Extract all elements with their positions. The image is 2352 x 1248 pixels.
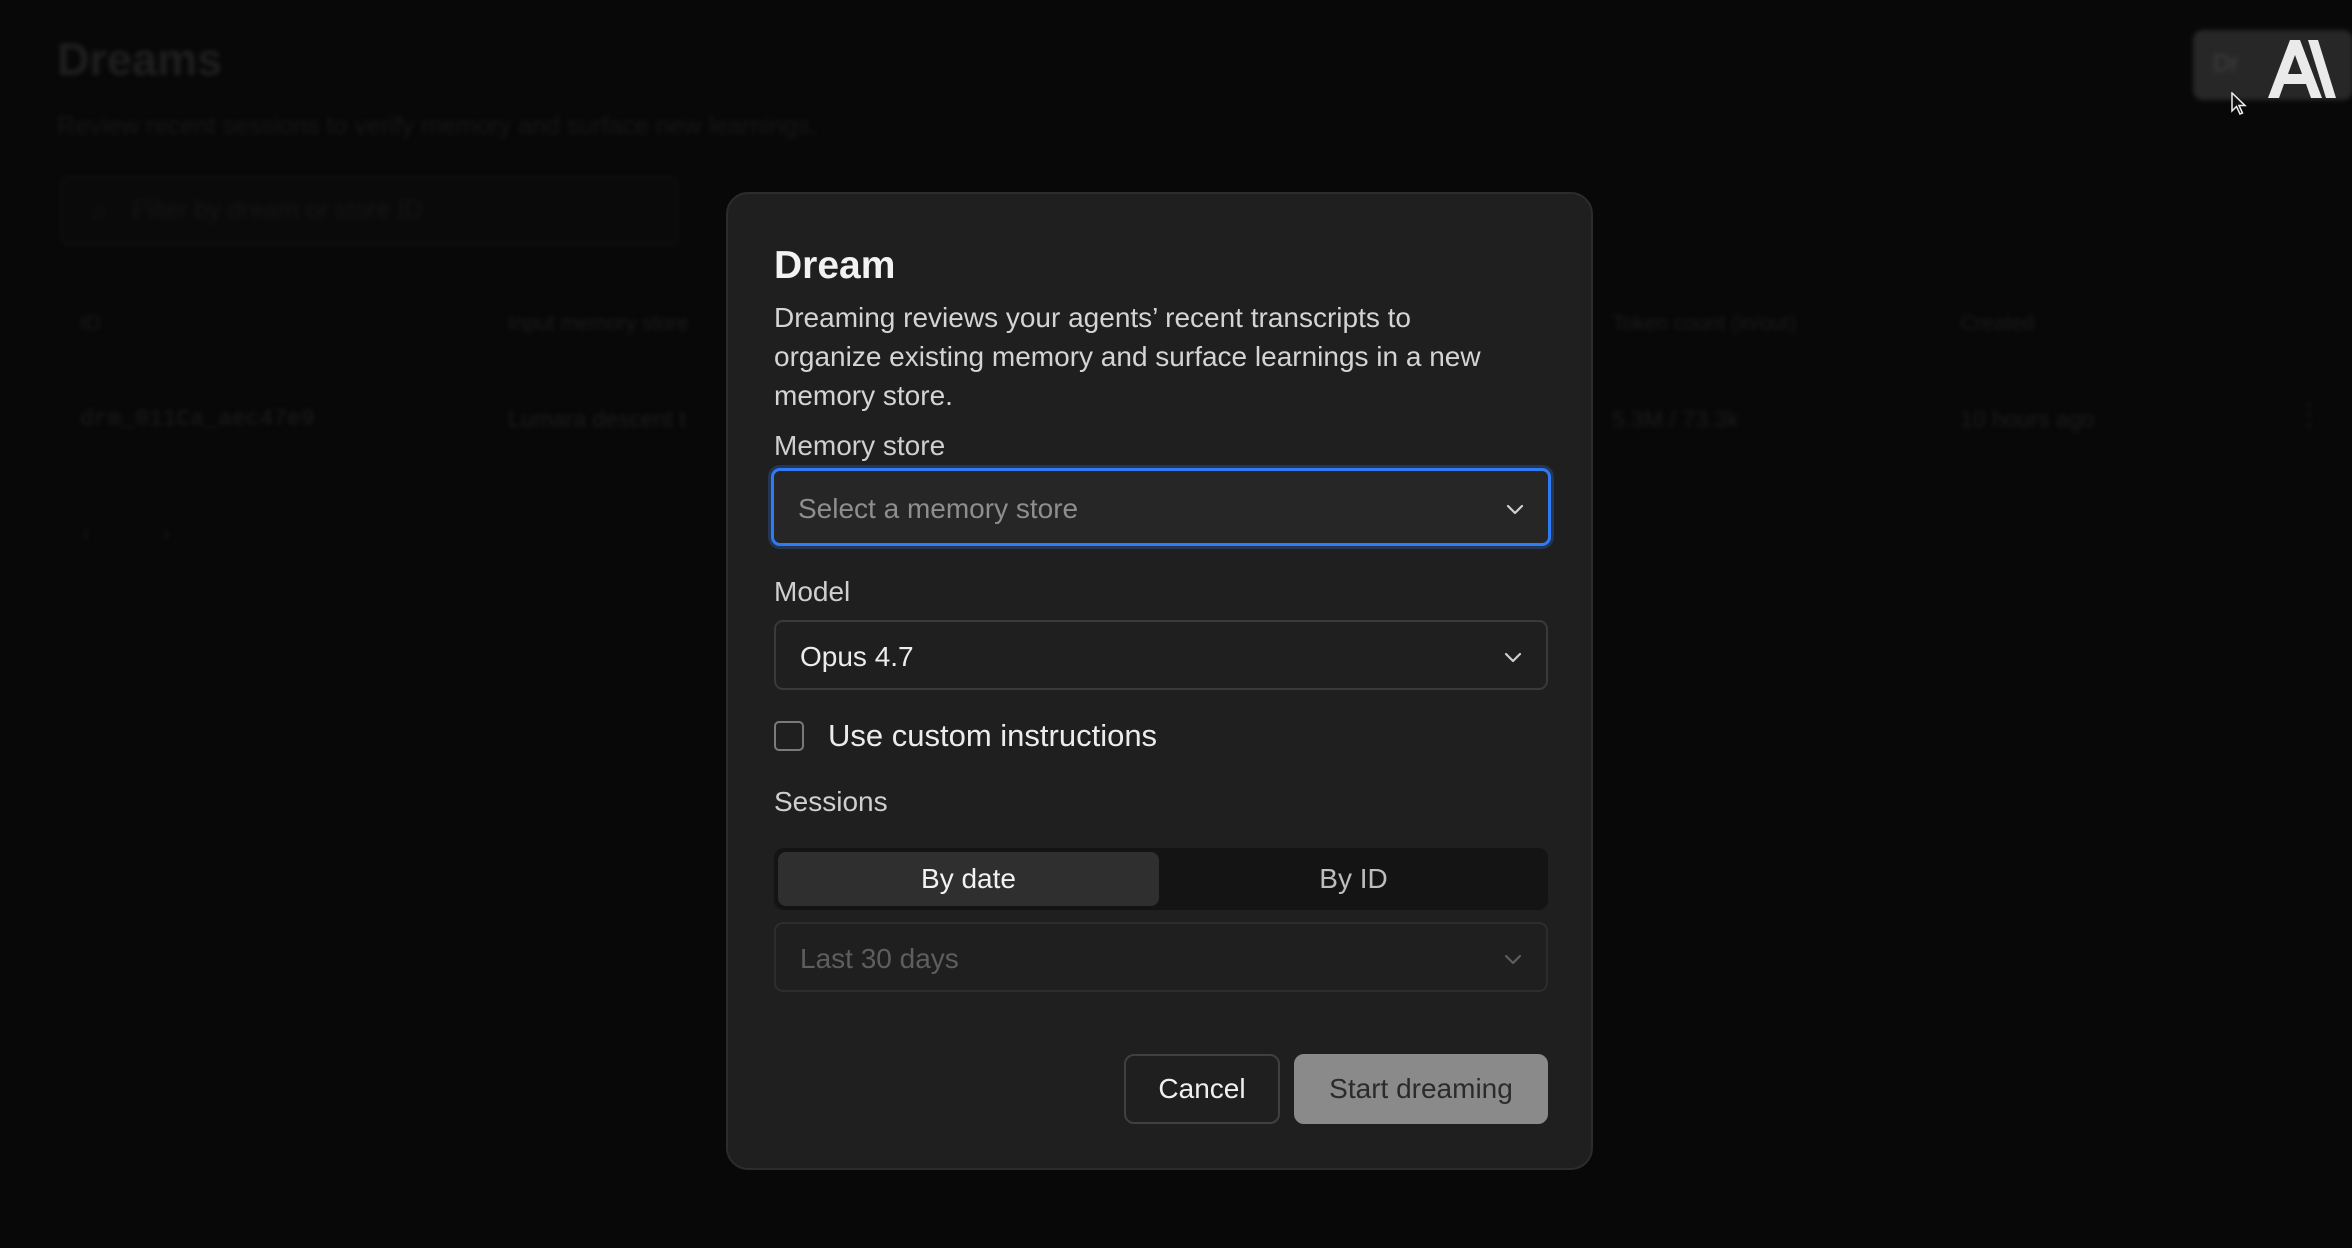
anthropic-logo-icon xyxy=(2268,40,2336,98)
model-label: Model xyxy=(774,576,851,607)
tab-by-date[interactable]: By date xyxy=(778,852,1159,906)
session-range-value: Last 30 days xyxy=(800,943,959,974)
model-value: Opus 4.7 xyxy=(800,641,914,672)
memory-store-placeholder: Select a memory store xyxy=(798,493,1079,524)
memory-store-select[interactable]: Select a memory store xyxy=(771,468,1551,546)
chevron-down-icon xyxy=(1504,652,1522,663)
chevron-down-icon xyxy=(1504,954,1522,965)
sessions-label: Sessions xyxy=(774,786,888,817)
sessions-segmented-control: By date By ID xyxy=(774,848,1548,910)
dialog-description: Dreaming reviews your agents’ recent tra… xyxy=(774,302,1481,411)
session-range-select[interactable]: Last 30 days xyxy=(774,922,1548,992)
tab-by-id[interactable]: By ID xyxy=(1163,852,1544,906)
model-select[interactable]: Opus 4.7 xyxy=(774,620,1548,690)
chevron-down-icon xyxy=(1506,504,1524,515)
memory-store-label: Memory store xyxy=(774,430,946,461)
start-dreaming-button[interactable]: Start dreaming xyxy=(1294,1054,1548,1124)
dialog-title: Dream xyxy=(774,244,896,287)
custom-instructions-label[interactable]: Use custom instructions xyxy=(828,718,1157,754)
cancel-button[interactable]: Cancel xyxy=(1124,1054,1280,1124)
dream-dialog: Dream Dreaming reviews your agents’ rece… xyxy=(726,192,1593,1170)
mouse-cursor-icon xyxy=(2231,92,2247,115)
custom-instructions-checkbox[interactable] xyxy=(774,721,804,751)
